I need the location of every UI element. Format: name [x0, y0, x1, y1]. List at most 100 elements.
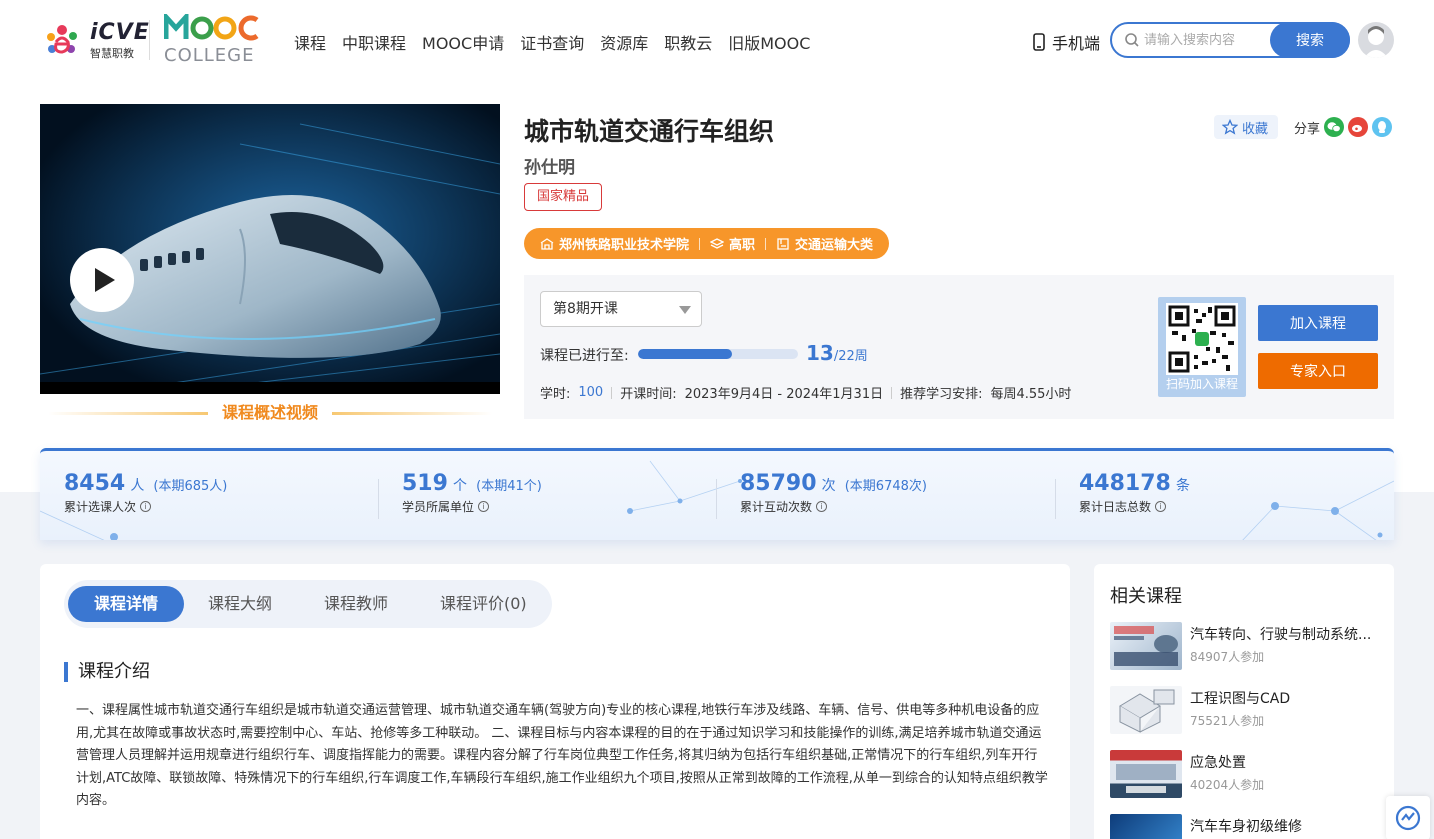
tab-reviews[interactable]: 课程评价(0): [414, 586, 553, 622]
course-intro-text: 一、课程属性城市轨道交通行车组织是城市轨道交通运营管理、城市轨道交通车辆(驾驶方…: [76, 703, 1048, 808]
period-value: 2023年9月4日 - 2024年1月31日: [684, 387, 884, 402]
stat-enrollment: 8454 人 (本期685人) 累计选课人次 i: [64, 471, 227, 515]
video-caption-text: 课程概述视频: [221, 403, 318, 422]
icve-logo-text: iCVE: [90, 20, 150, 45]
chevron-down-icon: [679, 306, 691, 314]
tag-separator: [765, 237, 767, 250]
stat-number: 519: [402, 471, 448, 496]
qq-share-icon[interactable]: [1372, 117, 1393, 137]
icve-flower-icon: [47, 25, 77, 54]
current-week: 13: [806, 341, 834, 365]
icve-logo[interactable]: iCVE 智慧职教: [40, 18, 149, 62]
expert-entry-button[interactable]: 专家入口: [1258, 353, 1378, 389]
stat-label: 累计互动次数: [740, 500, 813, 514]
nav-item-old-mooc[interactable]: 旧版MOOC: [728, 30, 810, 54]
mobile-link-label: 手机端: [1052, 34, 1101, 53]
user-avatar[interactable]: [1358, 22, 1394, 58]
caption-right-line: [332, 412, 492, 415]
stat-unit: 次: [821, 478, 836, 494]
chart-help-icon: [1395, 805, 1421, 831]
join-course-button[interactable]: 加入课程: [1258, 305, 1378, 341]
stat-unit: 个: [453, 478, 468, 494]
play-button[interactable]: [70, 248, 134, 312]
stats-network-decoration-icon: [40, 460, 1394, 540]
stat-label: 累计日志总数: [1079, 500, 1152, 514]
stat-label: 学员所属单位: [402, 500, 475, 514]
recommend-value: 每周4.55小时: [990, 387, 1072, 402]
stat-organizations: 519 个 (本期41个) 学员所属单位 i: [402, 471, 542, 515]
weibo-share-icon[interactable]: [1348, 117, 1369, 137]
course-progress-bar: [638, 349, 798, 359]
qr-code-icon: [1168, 305, 1236, 373]
tab-teachers[interactable]: 课程教师: [298, 586, 414, 622]
related-course-item[interactable]: 汽车转向、行驶与制动系统... 84907人参加: [1110, 622, 1380, 672]
nav-item-zhijiao-cloud[interactable]: 职教云: [664, 30, 712, 54]
session-select-value: 第8期开课: [553, 301, 618, 317]
mobile-link[interactable]: 手机端: [1032, 30, 1100, 54]
caption-left-line: [48, 412, 208, 415]
search-box: 搜索: [1110, 22, 1350, 58]
related-course-item[interactable]: 应急处置 40204人参加: [1110, 750, 1380, 800]
period-label: 开课时间:: [620, 387, 677, 402]
search-input[interactable]: [1144, 30, 1270, 50]
search-button[interactable]: 搜索: [1270, 22, 1350, 58]
mooc-college-logo[interactable]: COLLEGE: [163, 10, 264, 66]
stat-logs: 448178 条 累计日志总数 i: [1079, 471, 1190, 515]
layers-icon: [710, 237, 725, 249]
school-tag[interactable]: 郑州铁路职业技术学院: [540, 234, 689, 253]
nav-item-mooc-apply[interactable]: MOOC申请: [422, 30, 504, 54]
top-header: iCVE 智慧职教 COLLEGE 课程 中职课程 MOOC申请 证书查询 资源…: [0, 0, 1434, 80]
floating-help-button[interactable]: [1386, 796, 1430, 839]
meta-separator: [611, 386, 613, 399]
course-teacher[interactable]: 孙仕明: [524, 153, 575, 178]
related-course-count: 75521人参加: [1190, 714, 1265, 728]
related-course-item[interactable]: 工程识图与CAD 75521人参加: [1110, 686, 1380, 736]
school-name: 郑州铁路职业技术学院: [559, 238, 690, 253]
tab-course-details[interactable]: 课程详情: [68, 586, 185, 622]
course-thumbnail: [1110, 750, 1182, 798]
course-progress-fill: [638, 349, 733, 359]
related-course-item[interactable]: 汽车车身初级维修: [1110, 814, 1380, 839]
course-thumbnail: [1110, 814, 1182, 839]
related-course-name: 工程识图与CAD: [1190, 691, 1291, 707]
related-course-count: 40204人参加: [1190, 778, 1265, 792]
info-icon[interactable]: i: [1155, 501, 1167, 512]
tab-syllabus[interactable]: 课程大纲: [182, 586, 298, 622]
share-bar: 分享: [1294, 117, 1393, 137]
nav-item-certificate-query[interactable]: 证书查询: [520, 30, 584, 54]
nav-item-courses[interactable]: 课程: [294, 30, 326, 54]
info-icon[interactable]: i: [140, 501, 152, 512]
book-icon: [777, 237, 789, 250]
star-icon: [1222, 119, 1238, 135]
session-select[interactable]: 第8期开课: [540, 291, 702, 327]
level-tag[interactable]: 高职: [710, 234, 755, 253]
national-quality-badge: 国家精品: [524, 183, 603, 211]
cad-drawing-thumbnail-icon: [1119, 689, 1175, 733]
stat-label: 累计选课人次: [64, 500, 137, 514]
stat-current-period: (本期685人): [153, 479, 228, 494]
nav-item-vocational-courses[interactable]: 中职课程: [342, 30, 406, 54]
video-caption: 课程概述视频: [40, 400, 500, 426]
favorite-button[interactable]: 收藏: [1214, 115, 1279, 139]
related-course-name: 应急处置: [1190, 755, 1246, 771]
nav-item-resource-library[interactable]: 资源库: [600, 30, 648, 54]
info-icon[interactable]: i: [816, 501, 828, 512]
wechat-share-icon[interactable]: [1324, 117, 1345, 137]
stat-interactions: 85790 次 (本期6748次) 累计互动次数 i: [740, 471, 927, 515]
phone-icon: [1033, 33, 1045, 51]
category-tag[interactable]: 交通运输大类: [776, 234, 873, 253]
join-qr-code[interactable]: 扫码加入课程: [1158, 297, 1246, 397]
course-tag-bar: 郑州铁路职业技术学院 高职 交通运输大类: [524, 228, 890, 259]
info-icon[interactable]: i: [478, 501, 490, 512]
stat-number: 8454: [64, 471, 126, 496]
course-meta: 学时: 100 开课时间: 2023年9月4日 - 2024年1月31日 推荐学…: [540, 383, 1071, 402]
course-detail-card: 课程详情 课程大纲 课程教师 课程评价(0) 课程介绍 一、课程属性城市轨道交通…: [40, 564, 1070, 839]
share-label: 分享: [1294, 121, 1321, 137]
course-intro-video[interactable]: [40, 104, 500, 394]
favorite-label: 收藏: [1242, 121, 1269, 137]
course-thumbnail: [1110, 686, 1182, 734]
stat-divider: [716, 479, 717, 519]
course-stats-bar: 8454 人 (本期685人) 累计选课人次 i 519 个 (本期41个) 学员…: [40, 448, 1394, 540]
level-name: 高职: [729, 238, 756, 253]
mooc-logo-letters-icon: [163, 10, 259, 41]
